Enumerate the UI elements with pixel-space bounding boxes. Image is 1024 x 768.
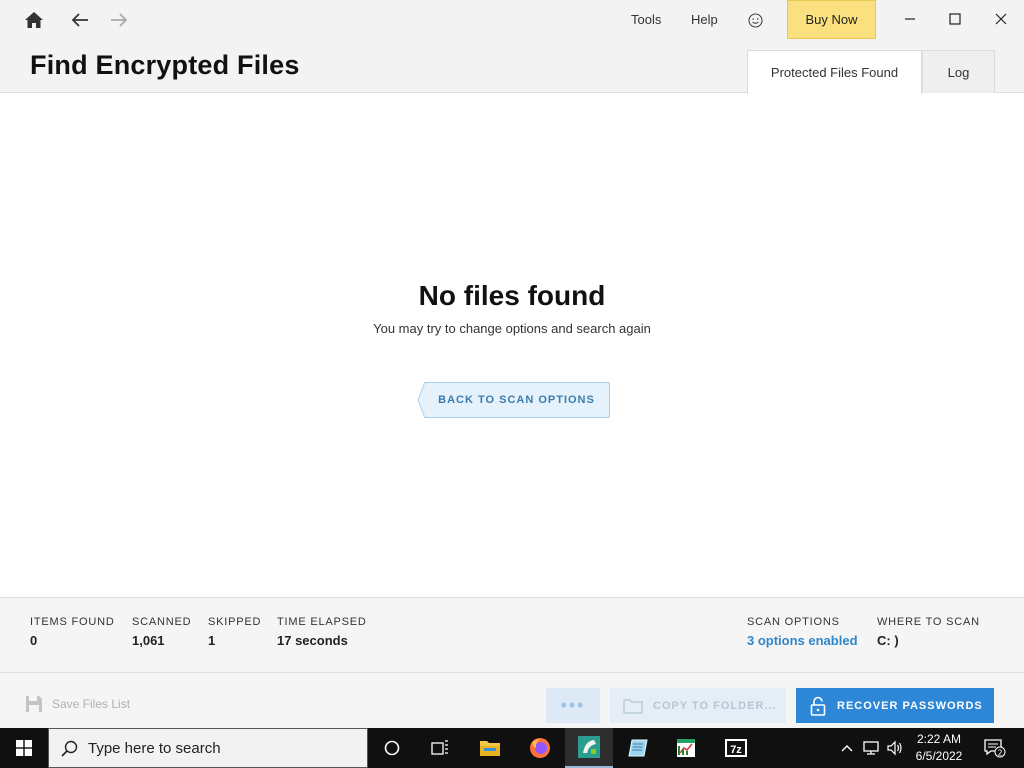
scan-stats-bar: ITEMS FOUND 0 SCANNED 1,061 SKIPPED 1 TI… <box>0 597 1024 673</box>
help-menu[interactable]: Help <box>691 12 718 27</box>
passware-button[interactable] <box>565 728 613 768</box>
notepad-icon <box>628 739 648 757</box>
stat-skipped: SKIPPED 1 <box>208 616 261 648</box>
stat-value: C: ) <box>877 633 899 648</box>
copy-to-folder-label: COPY TO FOLDER... <box>653 699 777 712</box>
passware-icon <box>578 736 600 758</box>
chevron-notch-icon <box>415 382 425 418</box>
svg-text:7z: 7z <box>730 744 742 756</box>
tab-log[interactable]: Log <box>922 50 995 93</box>
7zip-icon: 7z <box>725 739 747 757</box>
recover-passwords-label: RECOVER PASSWORDS <box>837 699 983 712</box>
stat-label: SKIPPED <box>208 616 262 628</box>
file-explorer-button[interactable] <box>466 728 514 768</box>
notification-icon: 2 <box>984 739 1006 758</box>
action-center-button[interactable]: 2 <box>980 728 1010 768</box>
copy-to-folder-button[interactable]: COPY TO FOLDER... <box>610 688 786 723</box>
stat-where-to-scan: WHERE TO SCAN C: ) <box>877 616 980 648</box>
forward-nav-button[interactable] <box>102 4 136 36</box>
home-button[interactable] <box>17 4 51 36</box>
close-button[interactable] <box>978 0 1024 38</box>
recover-passwords-button[interactable]: RECOVER PASSWORDS <box>796 688 994 723</box>
maximize-button[interactable] <box>932 0 978 38</box>
scan-options-link[interactable]: 3 options enabled <box>747 633 858 648</box>
notification-count: 2 <box>997 749 1002 758</box>
empty-state-title: No files found <box>418 280 606 311</box>
page-title: Find Encrypted Files <box>30 50 300 80</box>
cortana-icon <box>384 740 400 756</box>
stat-time-elapsed: TIME ELAPSED 17 seconds <box>277 616 367 648</box>
app-window: Tools Help Buy Now Find Encrypted Files … <box>0 0 1024 728</box>
chevron-up-icon <box>841 745 853 752</box>
header-bar: Tools Help Buy Now Find Encrypted Files … <box>0 0 1024 94</box>
volume-icon <box>887 740 902 756</box>
smiley-icon <box>747 12 763 28</box>
task-view-button[interactable] <box>416 728 464 768</box>
windows-taskbar: Type here to search 7z 2:22 AM 6/5/2022 … <box>0 728 1024 768</box>
notepad-button[interactable] <box>614 728 662 768</box>
save-disk-icon <box>26 696 42 712</box>
cortana-button[interactable] <box>368 728 416 768</box>
stat-value: 1,061 <box>132 633 165 648</box>
stat-scanned: SCANNED 1,061 <box>132 616 191 648</box>
minimize-button[interactable] <box>887 0 933 38</box>
minimize-icon <box>905 18 915 20</box>
unlock-icon <box>810 696 826 716</box>
arrow-left-icon <box>71 13 88 27</box>
stat-value: 17 seconds <box>277 633 348 648</box>
buy-now-button[interactable]: Buy Now <box>787 0 876 39</box>
stat-value: 0 <box>30 633 38 648</box>
result-tabs: Protected Files Found Log <box>747 50 995 94</box>
spreadsheet-icon <box>677 739 695 757</box>
arrow-right-icon <box>111 13 128 27</box>
back-nav-button[interactable] <box>63 4 97 36</box>
stat-scan-options: SCAN OPTIONS 3 options enabled <box>747 616 858 648</box>
taskbar-search-box[interactable]: Type here to search <box>48 728 368 768</box>
stat-value: 1 <box>208 633 216 648</box>
show-hidden-icons-button[interactable] <box>838 728 856 768</box>
stat-label: TIME ELAPSED <box>277 616 367 628</box>
stat-label: ITEMS FOUND <box>30 616 115 628</box>
close-icon <box>995 13 1007 25</box>
save-files-list-label: Save Files List <box>52 697 131 711</box>
search-icon <box>61 740 78 757</box>
taskbar-clock[interactable]: 2:22 AM 6/5/2022 <box>905 731 973 765</box>
action-footer: Save Files List ••• COPY TO FOLDER... RE… <box>0 673 1024 728</box>
task-view-icon <box>431 740 448 755</box>
back-to-scan-options-button[interactable]: BACK TO SCAN OPTIONS <box>415 382 610 418</box>
stat-label: SCAN OPTIONS <box>747 616 840 628</box>
start-button[interactable] <box>0 728 48 768</box>
home-icon <box>25 12 43 28</box>
file-explorer-icon <box>480 741 500 756</box>
more-options-button[interactable]: ••• <box>546 688 600 723</box>
network-icon <box>863 741 879 755</box>
stat-label: WHERE TO SCAN <box>877 616 980 628</box>
clock-time: 2:22 AM <box>916 732 962 746</box>
feedback-button[interactable] <box>738 4 772 36</box>
stat-label: SCANNED <box>132 616 192 628</box>
search-placeholder: Type here to search <box>88 739 221 757</box>
save-files-list-button[interactable]: Save Files List <box>25 695 130 713</box>
7zip-button[interactable]: 7z <box>712 728 760 768</box>
spreadsheet-button[interactable] <box>662 728 710 768</box>
stat-items-found: ITEMS FOUND 0 <box>30 616 115 648</box>
tab-protected-files-found[interactable]: Protected Files Found <box>747 50 922 94</box>
clock-date: 6/5/2022 <box>915 749 963 763</box>
firefox-icon <box>530 738 550 758</box>
firefox-button[interactable] <box>516 728 564 768</box>
volume-button[interactable] <box>884 728 906 768</box>
back-to-scan-options-label: BACK TO SCAN OPTIONS <box>438 394 595 406</box>
folder-icon <box>623 698 643 714</box>
empty-state-subtitle: You may try to change options and search… <box>373 321 651 336</box>
tools-menu[interactable]: Tools <box>631 12 661 27</box>
maximize-icon <box>949 13 961 25</box>
windows-start-icon <box>16 740 32 756</box>
network-button[interactable] <box>860 728 882 768</box>
